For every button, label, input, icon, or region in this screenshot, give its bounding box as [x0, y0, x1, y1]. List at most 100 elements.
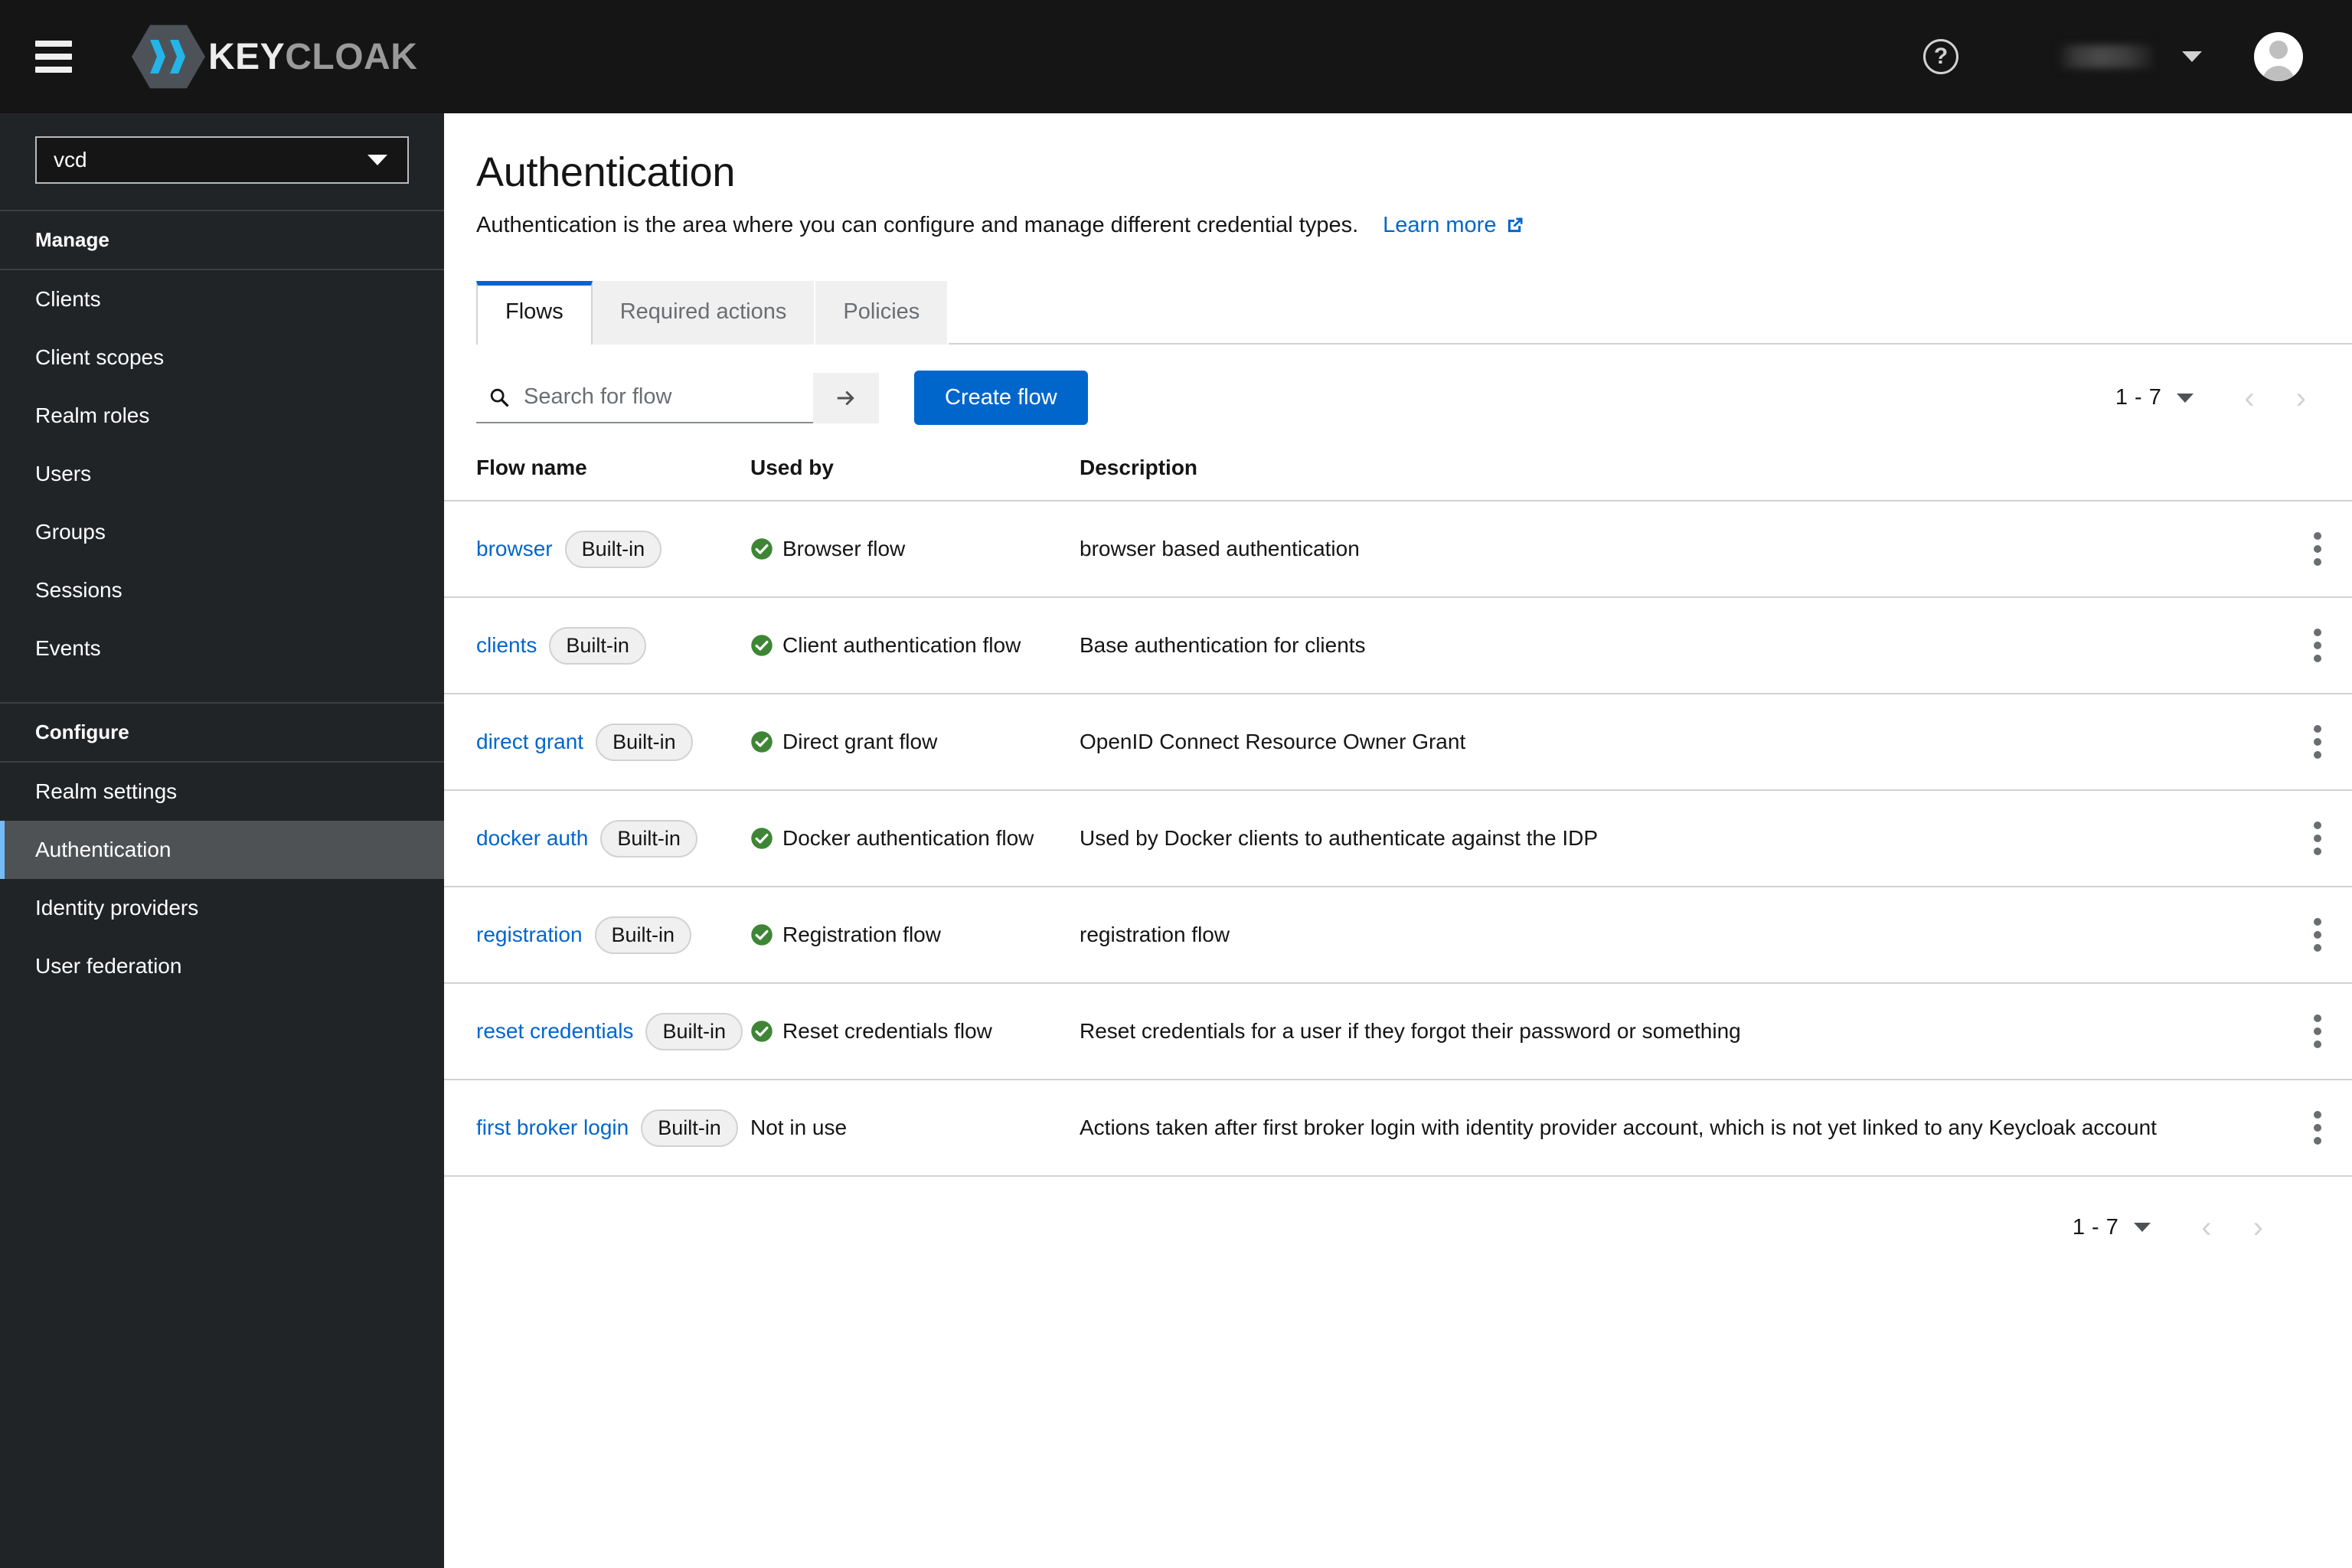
nav-section-manage: Manage	[0, 210, 444, 270]
flow-link[interactable]: browser	[476, 537, 553, 561]
used-by-label: Reset credentials flow	[782, 1019, 992, 1043]
cell-flow-name: browser Built-in	[444, 501, 750, 597]
cell-actions	[2283, 694, 2352, 790]
kebab-menu-icon[interactable]	[2283, 524, 2352, 573]
page-header: Authentication Authentication is the are…	[444, 113, 2352, 238]
builtin-badge: Built-in	[564, 530, 662, 568]
sidebar-item-user-federation[interactable]: User federation	[0, 937, 444, 995]
tab-bar: Flows Required actions Policies	[476, 281, 2352, 345]
builtin-badge: Built-in	[641, 1109, 738, 1147]
builtin-badge: Built-in	[549, 626, 646, 665]
realm-selector[interactable]: vcd	[35, 136, 409, 184]
cell-description: Actions taken after first broker login w…	[1080, 1116, 2157, 1139]
cell-flow-name: docker auth Built-in	[444, 790, 750, 887]
flows-table: Flow name Used by Description browser Bu…	[444, 456, 2352, 1177]
tab-required-actions[interactable]: Required actions	[592, 281, 816, 345]
cell-flow-name: first broker login Built-in	[444, 1080, 750, 1176]
flow-link[interactable]: registration	[476, 923, 583, 947]
flow-link[interactable]: reset credentials	[476, 1019, 633, 1044]
chevron-down-icon	[2182, 51, 2202, 62]
search-icon	[490, 388, 509, 407]
check-circle-icon	[751, 635, 773, 656]
column-header-description: Description	[1080, 456, 1198, 479]
help-icon[interactable]: ?	[1923, 39, 1958, 74]
cell-used-by: Registration flow	[750, 887, 1080, 983]
kebab-menu-icon[interactable]	[2283, 910, 2352, 959]
sidebar-item-realm-settings[interactable]: Realm settings	[0, 763, 444, 821]
used-by-label: Client authentication flow	[782, 633, 1021, 657]
tab-policies[interactable]: Policies	[815, 281, 949, 345]
search-input[interactable]	[524, 384, 801, 410]
page-subtitle-row: Authentication is the area where you can…	[476, 213, 2352, 238]
kebab-menu-icon[interactable]	[2283, 717, 2352, 766]
check-circle-icon	[751, 924, 773, 946]
pagination-prev-button[interactable]: ‹	[2244, 383, 2254, 413]
arrow-right-icon	[837, 390, 854, 405]
check-circle-icon	[751, 538, 773, 560]
hamburger-icon[interactable]	[35, 41, 72, 73]
chevron-down-icon	[368, 155, 387, 165]
user-dropdown[interactable]	[2060, 45, 2202, 68]
create-flow-button[interactable]: Create flow	[914, 371, 1088, 425]
cell-description: Reset credentials for a user if they for…	[1080, 1019, 1741, 1043]
table-row: direct grant Built-in Direct grant flow …	[444, 694, 2352, 790]
cell-used-by: Docker authentication flow	[750, 790, 1080, 887]
search-group	[476, 372, 879, 423]
keycloak-logo[interactable]: KEYCLOAK	[132, 23, 417, 90]
cell-flow-name: registration Built-in	[444, 887, 750, 983]
flow-link[interactable]: direct grant	[476, 730, 583, 754]
search-submit-button[interactable]	[813, 372, 879, 423]
realm-selector-wrap: vcd	[0, 113, 444, 210]
check-circle-icon	[751, 731, 773, 753]
cell-flow-name: clients Built-in	[444, 597, 750, 694]
check-circle-icon	[751, 1021, 773, 1042]
sidebar-item-realm-roles[interactable]: Realm roles	[0, 387, 444, 445]
kebab-menu-icon[interactable]	[2283, 1103, 2352, 1152]
page-title: Authentication	[476, 149, 736, 195]
sidebar-item-authentication[interactable]: Authentication	[0, 821, 444, 879]
flow-link[interactable]: docker auth	[476, 826, 588, 851]
used-by-label: Direct grant flow	[782, 730, 938, 753]
pagination-dropdown-icon[interactable]	[2177, 393, 2194, 403]
sidebar-item-client-scopes[interactable]: Client scopes	[0, 328, 444, 387]
kebab-menu-icon[interactable]	[2283, 814, 2352, 863]
kebab-menu-icon[interactable]	[2283, 1007, 2352, 1056]
flow-link[interactable]: clients	[476, 633, 537, 658]
masthead-actions: ?	[1923, 32, 2352, 81]
pagination-dropdown-icon[interactable]	[2134, 1223, 2151, 1232]
sidebar-item-events[interactable]: Events	[0, 619, 444, 678]
sidebar-item-users[interactable]: Users	[0, 445, 444, 503]
pagination-next-button[interactable]: ›	[2296, 383, 2306, 413]
table-row: clients Built-in Client authentication f…	[444, 597, 2352, 694]
pagination-nav: ‹ ›	[2244, 383, 2306, 413]
kebab-menu-icon[interactable]	[2283, 621, 2352, 670]
flow-link[interactable]: first broker login	[476, 1116, 629, 1140]
cell-flow-name: reset credentials Built-in	[444, 983, 750, 1080]
cell-description: Used by Docker clients to authenticate a…	[1080, 826, 1599, 850]
pagination-next-button[interactable]: ›	[2253, 1212, 2263, 1243]
cell-actions	[2283, 790, 2352, 887]
pagination-prev-button[interactable]: ‹	[2201, 1212, 2211, 1243]
cell-used-by: Not in use	[750, 1080, 1080, 1176]
pagination-range: 1 - 7	[2115, 385, 2162, 410]
used-by-label: Registration flow	[782, 923, 941, 946]
tab-flows[interactable]: Flows	[476, 281, 593, 345]
sidebar-item-groups[interactable]: Groups	[0, 503, 444, 561]
sidebar-item-sessions[interactable]: Sessions	[0, 561, 444, 619]
realm-selector-value: vcd	[54, 148, 87, 172]
cell-actions	[2283, 983, 2352, 1080]
sidebar-item-clients[interactable]: Clients	[0, 270, 444, 328]
brand-text-key: KEY	[208, 36, 286, 77]
check-circle-icon	[751, 828, 773, 849]
builtin-badge: Built-in	[594, 916, 692, 954]
nav-section-configure: Configure	[0, 702, 444, 763]
avatar[interactable]	[2254, 32, 2303, 81]
cell-description: OpenID Connect Resource Owner Grant	[1080, 730, 1466, 753]
cell-actions	[2283, 1080, 2352, 1176]
builtin-badge: Built-in	[645, 1012, 743, 1050]
pagination-bottom: 1 - 7 ‹ ›	[444, 1212, 2352, 1243]
learn-more-link[interactable]: Learn more	[1383, 213, 1525, 238]
sidebar-item-identity-providers[interactable]: Identity providers	[0, 879, 444, 937]
cell-description: registration flow	[1080, 923, 1230, 946]
